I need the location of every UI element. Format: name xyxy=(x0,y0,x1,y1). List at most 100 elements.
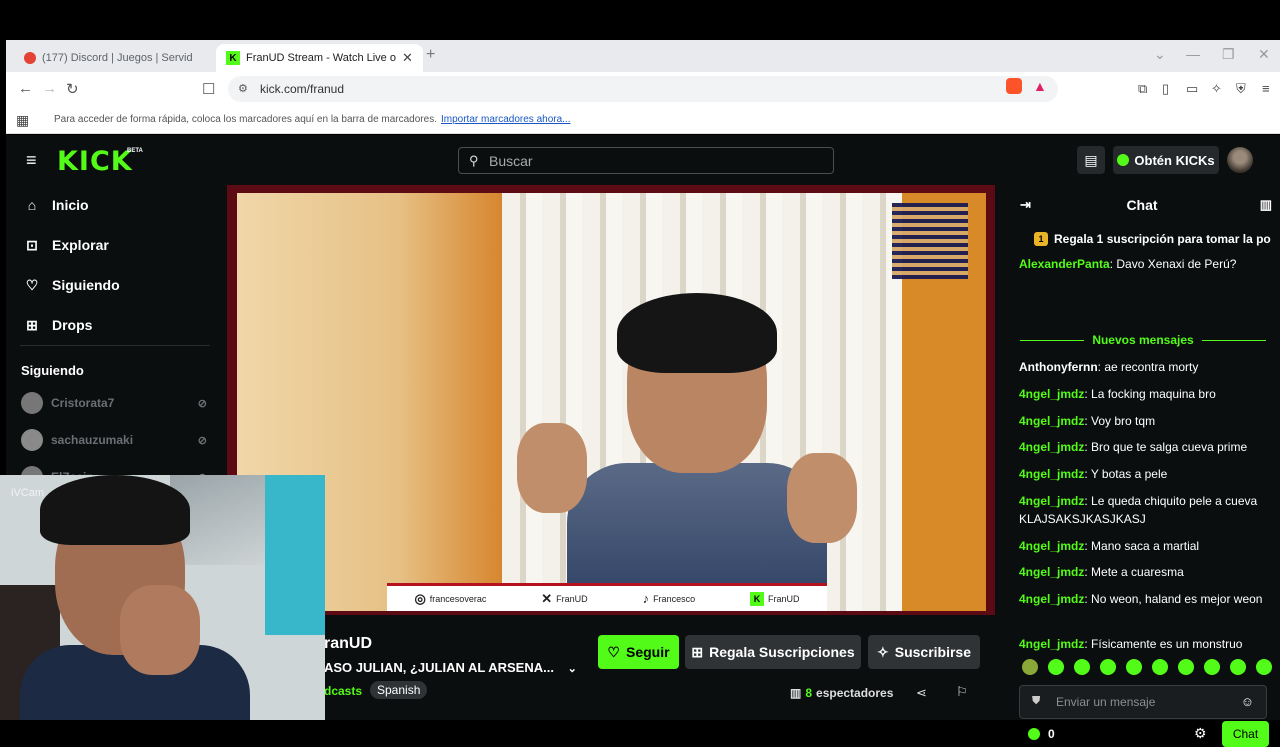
following-heading: Siguiendo xyxy=(21,363,84,378)
following-channel[interactable]: sachauzumaki ⊘ xyxy=(21,428,207,452)
site-info-icon[interactable]: ⚙ xyxy=(238,82,248,95)
emote-icon[interactable] xyxy=(1100,659,1116,675)
menu-icon[interactable]: ≡ xyxy=(1262,81,1270,96)
gift-subs-button[interactable]: ⊞ Regala Suscripciones xyxy=(685,635,861,669)
forward-icon[interactable]: → xyxy=(42,80,57,97)
clip-icon[interactable]: ⚐ xyxy=(956,684,968,700)
chat-username[interactable]: Anthonyfernn xyxy=(1019,360,1098,374)
video-player[interactable]: ◎ francesoverac ✕ FranUD ♪ Francesco K F… xyxy=(227,185,995,615)
streamer-hair xyxy=(617,293,777,373)
emote-icon[interactable] xyxy=(1178,659,1194,675)
chat-username[interactable]: 4ngel_jmdz xyxy=(1019,467,1084,481)
emote-icon[interactable] xyxy=(1204,659,1220,675)
chat-message: 4ngel_jmdz: Físicamente es un monstruo xyxy=(1019,637,1243,651)
gift-icon: ⊞ xyxy=(26,316,38,333)
chat-username[interactable]: 4ngel_jmdz xyxy=(1019,440,1084,454)
following-channel[interactable]: Cristorata7 ⊘ xyxy=(21,391,207,415)
instagram-icon: ◎ xyxy=(414,590,426,606)
chat-message: AlexanderPanta: Davo Xenaxi de Perú? xyxy=(1019,257,1237,271)
tab-search-icon[interactable]: ⌄ xyxy=(1154,46,1166,63)
social-item: K FranUD xyxy=(750,591,800,606)
emote-icon[interactable] xyxy=(1152,659,1168,675)
pinned-gift-banner[interactable]: 1 Regala 1 suscripción para tomar la po xyxy=(1034,232,1271,246)
reload-icon[interactable]: ↻ xyxy=(66,80,79,98)
chat-message: 4ngel_jmdz: Mano saca a martial xyxy=(1019,539,1200,553)
vpn-icon[interactable]: ⛨ xyxy=(1236,81,1246,97)
kicks-balance[interactable]: 0 xyxy=(1028,727,1055,741)
url-field[interactable]: ⚙ kick.com/franud xyxy=(228,76,1058,102)
bookmark-icon[interactable]: ☐ xyxy=(202,80,215,98)
apps-grid-icon[interactable]: ▦ xyxy=(16,112,29,129)
compass-icon: ⊡ xyxy=(26,236,38,253)
leaderboard-icon[interactable]: ▥ xyxy=(1260,197,1272,213)
back-icon[interactable]: ← xyxy=(18,80,33,97)
user-avatar[interactable] xyxy=(1227,147,1253,173)
stream-title: ASO JULIAN, ¿JULIAN AL ARSENA... ⌄ xyxy=(324,660,577,675)
bookmark-bar: ▦ Para acceder de forma rápida, coloca l… xyxy=(6,106,1280,134)
kick-logo[interactable]: KICK xyxy=(57,146,133,177)
beta-badge: BETA xyxy=(127,148,143,154)
emote-icon[interactable] xyxy=(1126,659,1142,675)
search-input[interactable]: ⚲ Buscar xyxy=(458,147,834,174)
language-tag[interactable]: Spanish xyxy=(370,681,428,699)
emote-icon[interactable] xyxy=(1256,659,1272,675)
emoji-icon[interactable]: ☺ xyxy=(1241,694,1254,709)
follow-button[interactable]: ♡ Seguir xyxy=(598,635,679,669)
viewer-label: espectadores xyxy=(816,686,894,700)
minimize-icon[interactable]: — xyxy=(1186,46,1200,62)
kick-favicon-icon: K xyxy=(226,51,240,65)
social-handle: FranUD xyxy=(556,593,588,604)
emote-icon[interactable] xyxy=(1048,659,1064,675)
follow-label: Seguir xyxy=(625,644,670,660)
tiktok-icon: ♪ xyxy=(642,591,650,606)
emote-icon[interactable] xyxy=(1022,659,1038,675)
get-kicks-button[interactable]: Obtén KICKs xyxy=(1113,146,1219,174)
collapse-chat-icon[interactable]: ⇥ xyxy=(1020,197,1031,213)
sidebar-icon[interactable]: ▯ xyxy=(1162,81,1169,97)
layout-toggle-button[interactable]: ▤ xyxy=(1077,146,1105,174)
share-icon[interactable]: ⋖ xyxy=(916,685,927,701)
chat-text: Mano saca a martial xyxy=(1091,539,1200,553)
chat-username[interactable]: 4ngel_jmdz xyxy=(1019,387,1084,401)
leo-icon[interactable]: ✧ xyxy=(1211,81,1222,97)
chevron-down-icon[interactable]: ⌄ xyxy=(568,663,577,675)
chat-username[interactable]: 4ngel_jmdz xyxy=(1019,414,1084,428)
stream-category[interactable]: dcasts xyxy=(324,684,362,698)
sidebar-item-inicio[interactable]: ⌂ Inicio xyxy=(24,193,89,217)
emote-icon[interactable] xyxy=(1074,659,1090,675)
search-icon: ⚲ xyxy=(469,153,479,168)
import-bookmarks-link[interactable]: Importar marcadores ahora... xyxy=(441,114,571,125)
extensions-icon[interactable]: ⧉ xyxy=(1138,81,1147,97)
sidebar-item-explorar[interactable]: ⊡ Explorar xyxy=(24,233,109,257)
subscribe-button[interactable]: ✧ Suscribirse xyxy=(868,635,980,669)
kicks-coin-icon xyxy=(1028,728,1040,740)
emote-icon[interactable] xyxy=(1230,659,1246,675)
gear-icon[interactable]: ⚙ xyxy=(1194,725,1207,742)
tab-kick[interactable]: K FranUD Stream - Watch Live on K ✕ xyxy=(216,44,423,72)
chat-username[interactable]: 4ngel_jmdz xyxy=(1019,565,1084,579)
hamburger-menu-icon[interactable]: ≡ xyxy=(26,150,37,171)
brave-shields-icon[interactable] xyxy=(1006,78,1022,94)
chat-message: 4ngel_jmdz: La focking maquina bro xyxy=(1019,387,1216,401)
chat-username[interactable]: 4ngel_jmdz xyxy=(1019,592,1084,606)
chat-username[interactable]: AlexanderPanta xyxy=(1019,257,1110,271)
sidebar-item-siguiendo[interactable]: ♡ Siguiendo xyxy=(24,273,120,297)
sidebar-item-drops[interactable]: ⊞ Drops xyxy=(24,313,92,337)
new-tab-icon[interactable]: + xyxy=(426,46,435,64)
maximize-icon[interactable]: ❐ xyxy=(1222,46,1235,63)
streamer-hand-right xyxy=(787,453,857,543)
stream-title-text: ASO JULIAN, ¿JULIAN AL ARSENA... xyxy=(324,660,554,675)
send-chat-button[interactable]: Chat xyxy=(1222,721,1269,747)
streamer-name[interactable]: ranUD xyxy=(324,635,372,653)
chat-message-input[interactable]: ⛊ Enviar un mensaje ☺ xyxy=(1019,685,1267,719)
chat-username[interactable]: 4ngel_jmdz xyxy=(1019,637,1084,651)
chat-username[interactable]: 4ngel_jmdz xyxy=(1019,494,1084,508)
wallet-icon[interactable]: ▭ xyxy=(1186,81,1198,97)
social-handle: francesoverac xyxy=(429,593,487,604)
close-window-icon[interactable]: ✕ xyxy=(1258,46,1270,63)
chat-username[interactable]: 4ngel_jmdz xyxy=(1019,539,1084,553)
tab-discord[interactable]: (177) Discord | Juegos | Servidor d xyxy=(14,44,202,72)
brave-rewards-icon[interactable]: ▲ xyxy=(1033,78,1049,94)
close-tab-icon[interactable]: ✕ xyxy=(402,50,413,66)
sidebar-item-label: Inicio xyxy=(52,197,89,213)
